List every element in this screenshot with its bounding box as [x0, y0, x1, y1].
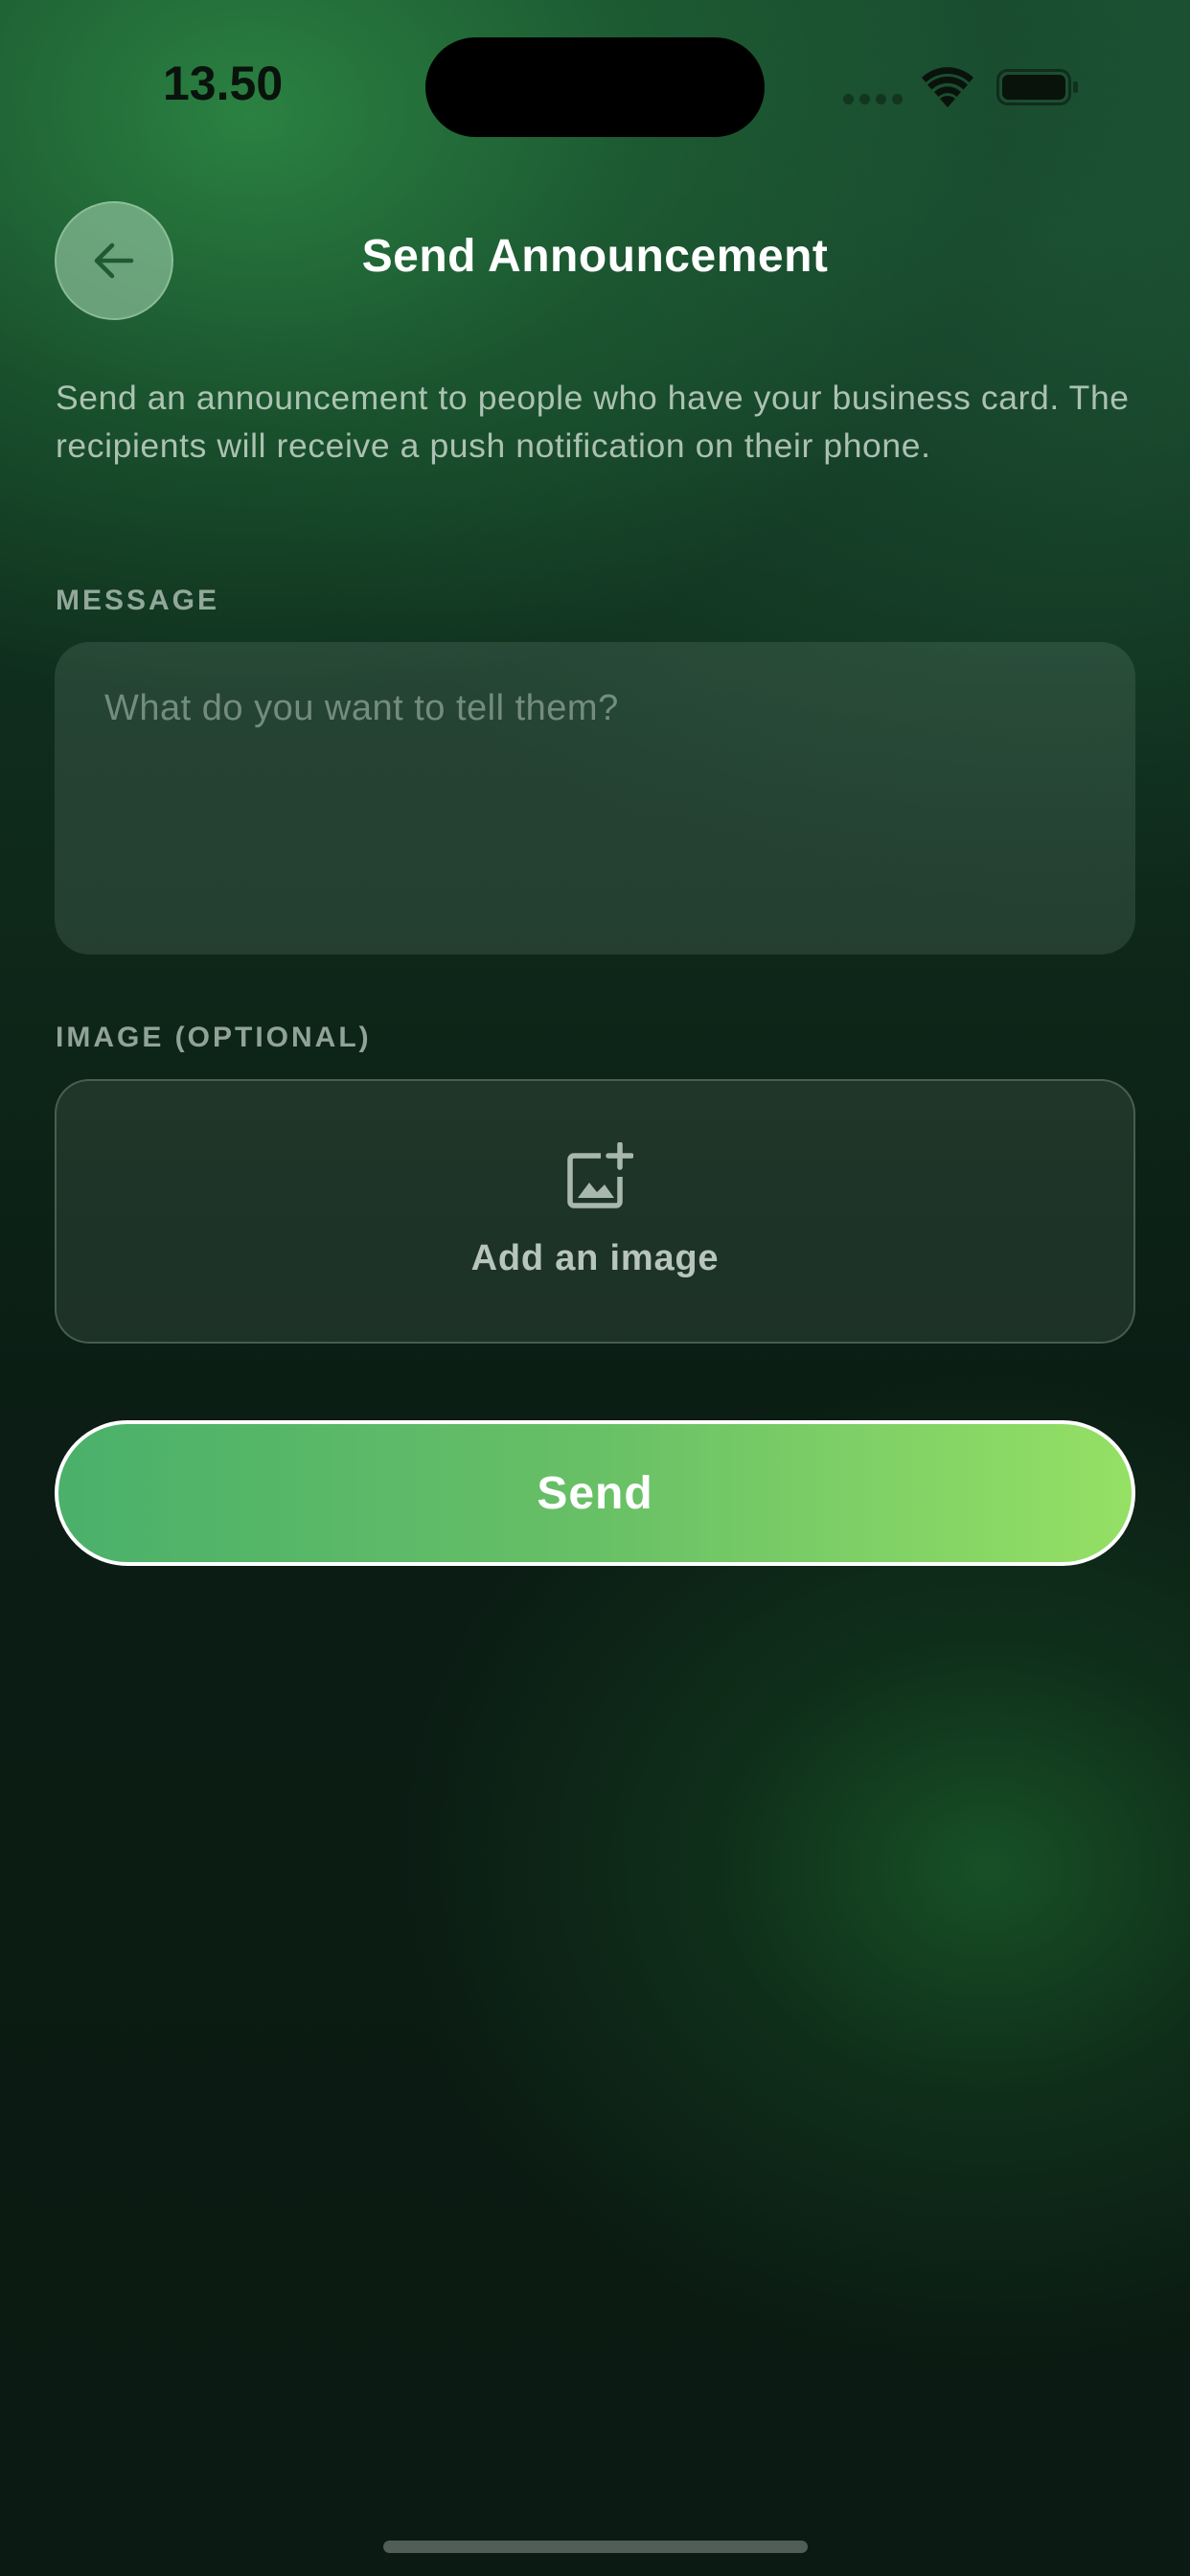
image-label: IMAGE (OPTIONAL) — [56, 1022, 372, 1053]
status-time: 13.50 — [163, 57, 284, 110]
add-image-button[interactable]: Add an image — [55, 1079, 1135, 1344]
home-indicator — [383, 2541, 808, 2553]
page-title: Send Announcement — [361, 231, 829, 282]
send-button[interactable]: Send — [55, 1420, 1135, 1566]
message-label: MESSAGE — [56, 585, 220, 616]
cellular-signal-icon — [843, 94, 903, 105]
message-input[interactable]: What do you want to tell them? — [55, 642, 1135, 954]
add-image-label: Add an image — [470, 1238, 720, 1278]
wifi-icon — [922, 67, 973, 107]
add-photo-icon — [564, 1141, 634, 1211]
dynamic-island — [425, 37, 765, 137]
battery-icon — [996, 69, 1079, 105]
page-description: Send an announcement to people who have … — [56, 379, 1130, 465]
